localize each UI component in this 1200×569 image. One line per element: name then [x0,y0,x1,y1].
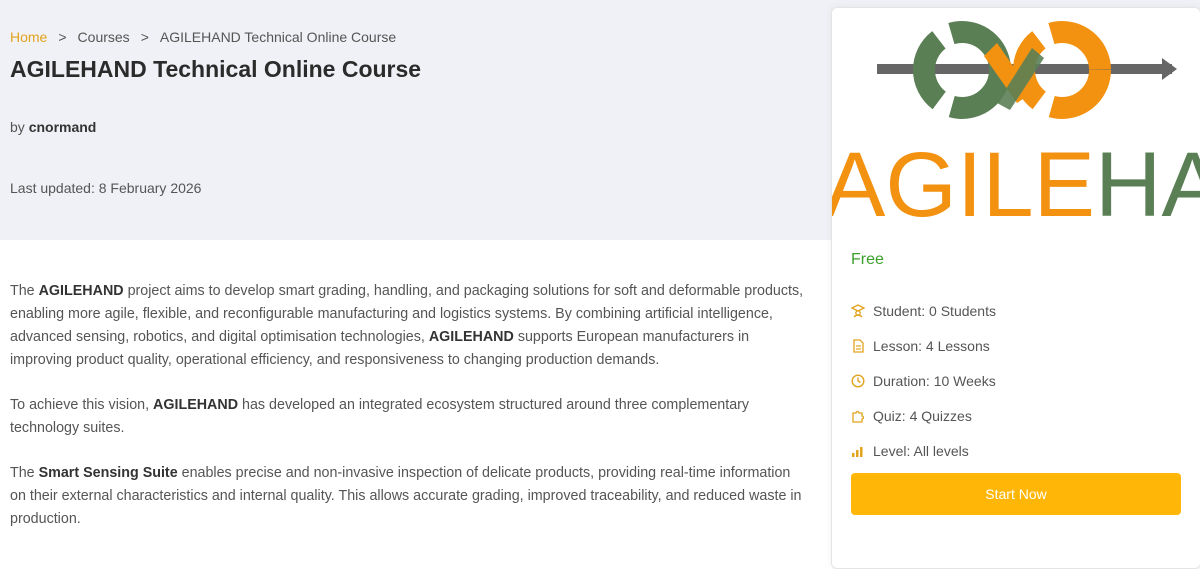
bold-text: AGILEHAND [428,329,514,345]
meta-duration: Duration: 10 Weeks [851,363,996,398]
bold-text: AGILEHAND [38,283,124,299]
start-now-button[interactable]: Start Now [851,473,1181,515]
text-segment: The [10,283,39,299]
bold-text: Smart Sensing Suite [38,465,178,481]
course-description: The AGILEHAND project aims to develop sm… [10,280,810,553]
text-segment: The [10,465,39,481]
meta-label: Duration: 10 Weeks [873,372,996,389]
description-paragraph: The AGILEHAND project aims to develop sm… [10,280,810,372]
meta-label: Level: All levels [873,442,969,459]
logo-wordmark: AGILEHAND [832,134,1200,236]
meta-quizzes: Quiz: 4 Quizzes [851,398,996,433]
author-link[interactable]: cnormand [29,119,97,135]
meta-lessons: Lesson: 4 Lessons [851,328,996,363]
course-sidebar: AGILEHAND Free Student: 0 Students Lesso… [831,7,1200,569]
breadcrumb-home-link[interactable]: Home [10,29,47,45]
breadcrumb-current: AGILEHAND Technical Online Course [159,29,397,45]
puzzle-icon [852,410,865,423]
clock-icon [851,373,865,388]
course-price: Free [851,251,884,268]
lesson-icon [853,338,864,353]
course-meta-list: Student: 0 Students Lesson: 4 Lessons Du… [851,293,996,468]
breadcrumb-courses-link[interactable]: Courses [78,29,130,45]
by-label: by [10,119,25,135]
meta-students: Student: 0 Students [851,293,996,328]
meta-label: Student: 0 Students [873,302,996,319]
meta-label: Lesson: 4 Lessons [873,337,990,354]
agilehand-logo: AGILEHAND [832,21,1200,236]
text-segment: To achieve this vision, [10,397,154,413]
page-title: AGILEHAND Technical Online Course [10,56,422,82]
course-author: by cnormand [10,119,96,135]
description-paragraph: To achieve this vision, AGILEHAND has de… [10,394,810,440]
description-paragraph: The Smart Sensing Suite enables precise … [10,462,810,531]
level-icon [852,446,863,457]
bold-text: AGILEHAND [153,397,239,413]
chevron-right-icon: > [140,29,149,45]
meta-level: Level: All levels [851,433,996,468]
student-icon [851,303,865,317]
breadcrumb: Home > Courses > AGILEHAND Technical Onl… [10,29,396,45]
last-updated: Last updated: 8 February 2026 [10,180,202,196]
meta-label: Quiz: 4 Quizzes [873,407,972,424]
chevron-right-icon: > [58,29,67,45]
